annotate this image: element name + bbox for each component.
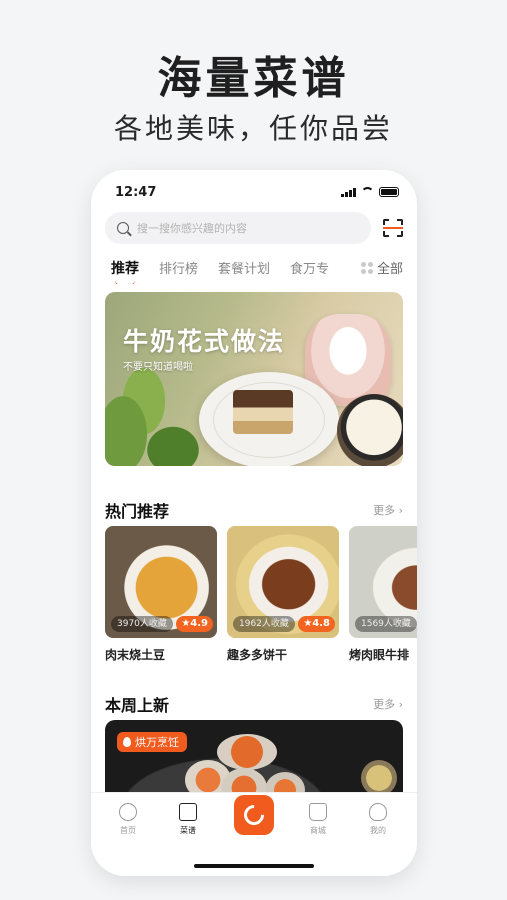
recipe-rating: ★4.8 xyxy=(298,616,335,632)
hot-section-header: 热门推荐 更多 › xyxy=(105,498,403,522)
recipe-card[interactable]: 1962人收藏 ★4.8 趣多多饼干 xyxy=(227,526,339,662)
center-logo-icon xyxy=(239,800,269,830)
recipe-book-icon xyxy=(179,803,197,821)
oyster-image xyxy=(217,734,277,770)
weekly-more-link[interactable]: 更多 › xyxy=(373,696,403,712)
home-indicator xyxy=(194,864,314,868)
status-icons xyxy=(341,187,399,197)
weekly-badge: 烘万烹饪 xyxy=(117,732,187,752)
promo-subline: 各地美味，任你品尝 xyxy=(113,112,393,145)
grid-icon xyxy=(360,261,373,274)
wifi-icon xyxy=(361,187,374,197)
tabbar-item-home[interactable]: 首页 xyxy=(103,803,153,836)
hot-section-title: 热门推荐 xyxy=(105,502,170,521)
tabbar-label: 菜谱 xyxy=(180,826,196,835)
search-placeholder: 搜一搜你感兴趣的内容 xyxy=(137,222,247,235)
weekly-badge-label: 烘万烹饪 xyxy=(135,736,179,749)
search-row: 搜一搜你感兴趣的内容 xyxy=(105,212,403,244)
tab-special[interactable]: 食万专 xyxy=(290,258,329,278)
weekly-section-header: 本周上新 更多 › xyxy=(105,692,403,716)
recipe-card[interactable]: 1569人收藏 烤肉眼牛排 xyxy=(349,526,417,662)
tabbar-label: 商城 xyxy=(310,826,326,835)
milk-bowl-image xyxy=(337,394,403,466)
status-time: 12:47 xyxy=(115,184,157,200)
tabbar-label: 我的 xyxy=(370,826,386,835)
hero-banner[interactable]: 牛奶花式做法 不要只知道喝啦 xyxy=(105,292,403,466)
signal-icon xyxy=(341,187,356,197)
recipe-image: 1569人收藏 xyxy=(349,526,417,638)
recipe-saves: 3970人收藏 xyxy=(111,616,173,632)
recipe-image: 1962人收藏 ★4.8 xyxy=(227,526,339,638)
tabbar-item-recipes[interactable]: 菜谱 xyxy=(163,803,213,836)
tab-ranking[interactable]: 排行榜 xyxy=(159,258,198,278)
sauce-cup-image xyxy=(361,760,397,796)
recipe-name: 烤肉眼牛排 xyxy=(349,648,410,662)
tab-all-label: 全部 xyxy=(376,262,403,277)
recipe-saves: 1962人收藏 xyxy=(233,616,295,632)
weekly-section-title: 本周上新 xyxy=(105,696,170,715)
leaf-decoration xyxy=(133,414,213,466)
home-icon xyxy=(119,803,137,821)
banner-title: 牛奶花式做法 xyxy=(123,327,286,356)
shop-bag-icon xyxy=(309,803,327,821)
tabbar-label: 首页 xyxy=(120,826,136,835)
phone-screen: 12:47 搜一搜你感兴趣的内容 推荐 排行榜 套餐计划 食万专 全部 牛奶花式… xyxy=(91,170,417,876)
scan-icon[interactable] xyxy=(383,219,403,237)
recipe-image: 3970人收藏 ★4.9 xyxy=(105,526,217,638)
recipe-rating: ★4.9 xyxy=(176,616,213,632)
recipe-saves: 1569人收藏 xyxy=(355,616,417,632)
recipe-name: 趣多多饼干 xyxy=(227,648,288,662)
flame-icon xyxy=(123,737,131,747)
recipe-card[interactable]: 3970人收藏 ★4.9 肉末烧土豆 xyxy=(105,526,217,662)
battery-icon xyxy=(379,187,399,197)
tabbar-item-shop[interactable]: 商城 xyxy=(293,803,343,836)
banner-subtitle: 不要只知道喝啦 xyxy=(123,362,193,373)
category-tabs: 推荐 排行榜 套餐计划 食万专 xyxy=(111,258,343,284)
hot-recipes-list: 3970人收藏 ★4.9 肉末烧土豆 1962人收藏 ★4.8 趣多多饼干 15… xyxy=(105,526,417,662)
recipe-name: 肉末烧土豆 xyxy=(105,648,166,662)
tab-all-button[interactable]: 全部 xyxy=(354,258,403,277)
tiramisu-image xyxy=(233,390,293,434)
status-bar: 12:47 xyxy=(115,184,399,200)
tabbar-item-profile[interactable]: 我的 xyxy=(353,803,403,836)
search-input[interactable]: 搜一搜你感兴趣的内容 xyxy=(105,212,371,244)
center-logo-button[interactable] xyxy=(234,795,274,835)
tab-meal-plan[interactable]: 套餐计划 xyxy=(218,258,270,278)
bottom-tab-bar: 首页 菜谱 商城 我的 xyxy=(91,792,417,876)
profile-icon xyxy=(369,803,387,821)
tab-recommend[interactable]: 推荐 xyxy=(111,258,139,278)
search-icon xyxy=(117,222,129,234)
promo-headline: 海量菜谱 xyxy=(157,53,350,104)
hot-more-link[interactable]: 更多 › xyxy=(373,502,403,518)
